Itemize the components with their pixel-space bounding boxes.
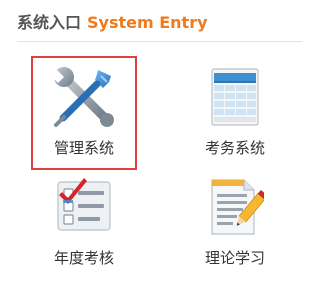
tile-label: 理论学习 [204,249,265,267]
checklist-icon [57,178,111,231]
tile-label: 考务系统 [204,139,265,157]
spreadsheet-table-icon [211,68,259,126]
tile-label: 年度考核 [53,249,114,267]
section-header: 系统入口 System Entry [17,11,208,35]
tools-wrench-screwdriver-icon [52,67,114,127]
section-title-chinese: 系统入口 [17,13,82,32]
exam-affairs-system-tile[interactable]: 考务系统 [182,56,288,170]
header-divider [17,41,302,42]
management-system-tile[interactable]: 管理系统 [31,56,137,170]
section-title-english: System Entry [87,13,208,32]
annual-assessment-tile[interactable]: 年度考核 [31,172,137,286]
document-pencil-icon [211,179,264,235]
tile-label: 管理系统 [53,139,114,157]
theory-study-tile[interactable]: 理论学习 [182,172,288,286]
